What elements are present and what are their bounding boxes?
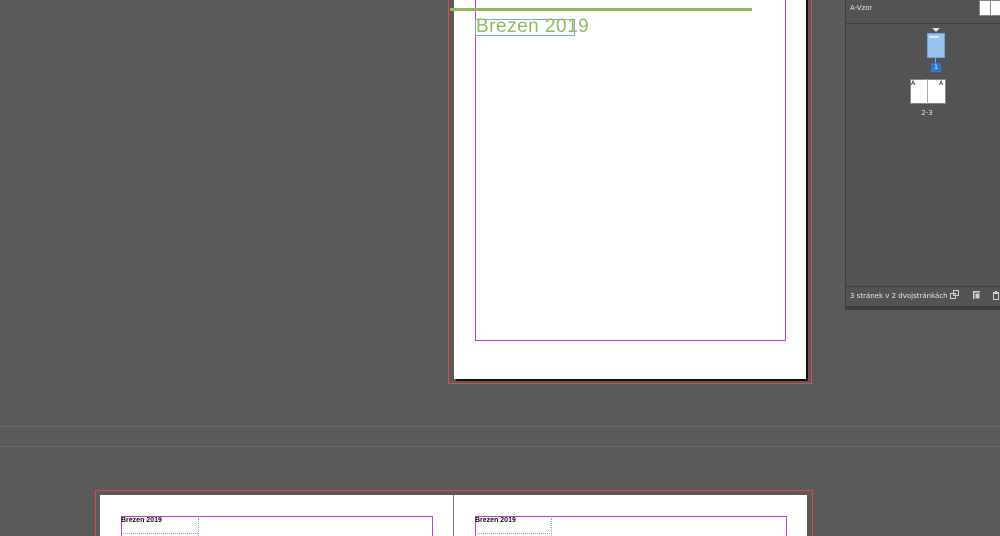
page-1-number-badge[interactable]: 1 (931, 63, 941, 72)
text-frame-guide (198, 518, 199, 536)
page-2-heading[interactable]: Brezen 2019 (121, 516, 162, 525)
margin-guide-page-1 (475, 0, 786, 341)
master-letter-page-3: A (939, 80, 944, 87)
green-rule-line[interactable] (450, 8, 752, 11)
pasteboard[interactable]: Brezen 2019 Brezen 2019 Brezen 2019 A-Vz… (0, 0, 1000, 536)
new-page-icon[interactable] (972, 290, 982, 300)
page-1-thumbnail-content (929, 36, 939, 38)
page-3-heading[interactable]: Brezen 2019 (475, 516, 516, 525)
panel-divider (846, 23, 1000, 24)
panel-bottom-edge (846, 306, 1000, 310)
master-thumb-spine (990, 0, 991, 16)
master-page-row[interactable]: A-Vzor (846, 0, 1000, 20)
panel-footer-divider (846, 286, 1000, 287)
trash-icon[interactable] (991, 290, 1000, 300)
text-frame-guide (121, 533, 198, 534)
master-letter-page-2: A (911, 80, 916, 87)
spread-spine (453, 495, 454, 536)
pages-status-text: 3 stránek v 2 dvojstránkách (850, 292, 948, 300)
text-frame-guide (475, 533, 552, 534)
pasteboard-divider (0, 446, 1000, 447)
spread-2-3-label[interactable]: 2-3 (919, 108, 935, 118)
spread-thumb-spine (927, 79, 928, 104)
master-page-label: A-Vzor (850, 4, 873, 12)
page-size-icon[interactable] (950, 290, 960, 300)
pasteboard-divider (0, 426, 1000, 427)
page-1-heading[interactable]: Brezen 2019 (476, 16, 589, 38)
chevron-down-icon (932, 28, 940, 32)
pages-panel: A-Vzor 1 A A 2-3 3 stránek v 2 dvojstrán… (845, 0, 1000, 310)
